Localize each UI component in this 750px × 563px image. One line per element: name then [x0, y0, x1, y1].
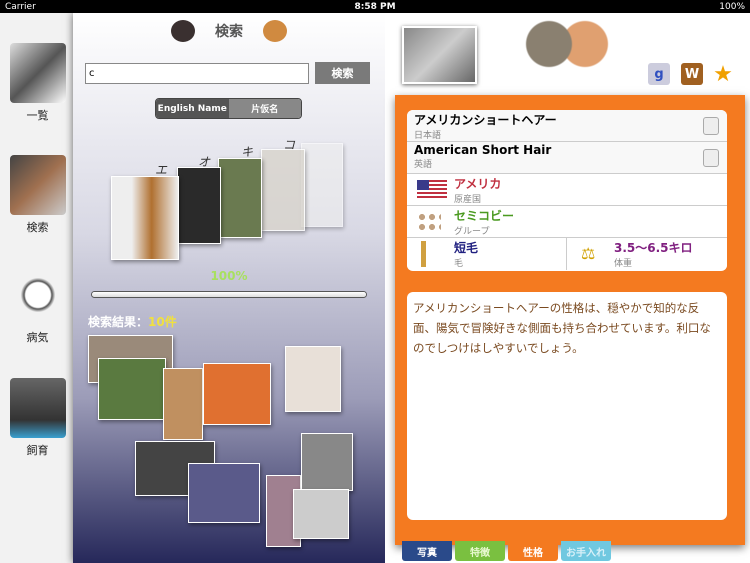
- cat-icon: [263, 20, 287, 42]
- tab-grooming[interactable]: お手入れ: [561, 541, 611, 561]
- row-label: 英語: [414, 160, 433, 170]
- breed-card[interactable]: [177, 167, 221, 244]
- segment-english-name[interactable]: English Name: [156, 99, 229, 118]
- english-name: American Short Hair: [414, 143, 552, 157]
- sidebar-item-care[interactable]: 飼育: [5, 378, 70, 458]
- row-japanese-name: アメリカンショートヘアー日本語: [407, 110, 727, 142]
- detail-tabs: 写真 特徴 性格 お手入れ: [402, 541, 611, 561]
- stethoscope-icon: [9, 265, 66, 325]
- wikipedia-icon[interactable]: W: [681, 63, 703, 85]
- row-english-name: American Short Hair 英語: [407, 142, 727, 174]
- tab-personality[interactable]: 性格: [508, 541, 558, 561]
- tab-features[interactable]: 特徴: [455, 541, 505, 561]
- sidebar: 一覧 検索 病気 飼育: [0, 13, 75, 563]
- progress-label: 100%: [210, 269, 248, 283]
- detail-panel: g W ★ アメリカンショートヘアー日本語 American Short Hai…: [385, 13, 750, 563]
- row-label: 体重: [614, 259, 633, 269]
- row-coat-weight: 短毛毛 ⚖ 3.5〜6.5キロ体重: [407, 238, 727, 270]
- result-label: 検索結果：: [88, 315, 149, 329]
- kittens-image: [522, 18, 612, 83]
- sidebar-item-label: 飼育: [26, 444, 49, 457]
- origin: アメリカ: [454, 177, 502, 191]
- sidebar-item-disease[interactable]: 病気: [5, 265, 70, 345]
- favorite-star-icon[interactable]: ★: [712, 62, 734, 87]
- personality-description: アメリカンショートヘアーの性格は、穏やかで知的な反面、陽気で冒険好きな側面も持ち…: [407, 292, 727, 520]
- magnifier-icon: [9, 155, 66, 215]
- search-panel: 検索 c 検索 English Name 片仮名 ア エ オ キ コ 100% …: [73, 13, 385, 563]
- result-photo[interactable]: [98, 358, 166, 420]
- cat-bowl-icon: [9, 378, 66, 438]
- scale-icon: ⚖: [581, 244, 596, 263]
- copy-icon[interactable]: [703, 117, 719, 135]
- status-bar: Carrier 8:58 PM 100%: [0, 0, 750, 13]
- sidebar-item-label: 検索: [26, 221, 49, 234]
- coat: 短毛: [454, 241, 479, 255]
- row-label: グループ: [454, 227, 490, 237]
- breed-card[interactable]: [111, 176, 179, 260]
- result-number: 10件: [148, 315, 177, 329]
- google-icon[interactable]: g: [648, 63, 670, 85]
- row-origin: アメリカ 原産国: [407, 174, 727, 206]
- sidebar-item-label: 病気: [26, 331, 49, 344]
- panel-title: 検索: [215, 24, 243, 40]
- us-flag-icon: [417, 180, 447, 200]
- clock: 8:58 PM: [354, 1, 396, 12]
- weight: 3.5〜6.5キロ: [614, 241, 693, 255]
- sidebar-item-list[interactable]: 一覧: [5, 43, 70, 123]
- result-photo[interactable]: [285, 346, 341, 412]
- breed-card[interactable]: [261, 149, 305, 231]
- row-group: セミコビー グループ: [407, 206, 727, 238]
- result-photo[interactable]: [301, 433, 353, 491]
- group: セミコビー: [454, 209, 515, 223]
- result-photo[interactable]: [203, 363, 271, 425]
- progress-bar: [91, 291, 367, 298]
- row-label: 原産国: [454, 195, 482, 205]
- search-button[interactable]: 検索: [315, 62, 370, 84]
- tab-photos[interactable]: 写真: [402, 541, 452, 561]
- search-input[interactable]: c: [85, 63, 309, 84]
- result-count: 検索結果：10件: [88, 313, 177, 330]
- breed-card[interactable]: [301, 143, 343, 227]
- breed-card[interactable]: [218, 158, 262, 238]
- japanese-name: アメリカンショートヘアー: [414, 113, 557, 127]
- result-photo[interactable]: [163, 368, 203, 440]
- photos-icon: [9, 43, 66, 103]
- breed-info-table: アメリカンショートヘアー日本語 American Short Hair 英語 アメ…: [407, 110, 727, 271]
- segment-katakana[interactable]: 片仮名: [228, 99, 301, 118]
- row-label: 日本語: [414, 131, 442, 141]
- result-photo[interactable]: [188, 463, 260, 523]
- row-label: 毛: [454, 259, 464, 269]
- detail-card: アメリカンショートヘアー日本語 American Short Hair 英語 アメ…: [395, 95, 745, 545]
- name-type-segmented-control: English Name 片仮名: [155, 98, 302, 119]
- copy-icon[interactable]: [703, 149, 719, 167]
- breed-photo[interactable]: [402, 26, 477, 84]
- sidebar-item-label: 一覧: [26, 109, 49, 122]
- result-photo[interactable]: [293, 489, 349, 539]
- cats-group-icon: [417, 212, 441, 232]
- sidebar-item-search[interactable]: 検索: [5, 155, 70, 235]
- ruler-icon: [421, 241, 426, 267]
